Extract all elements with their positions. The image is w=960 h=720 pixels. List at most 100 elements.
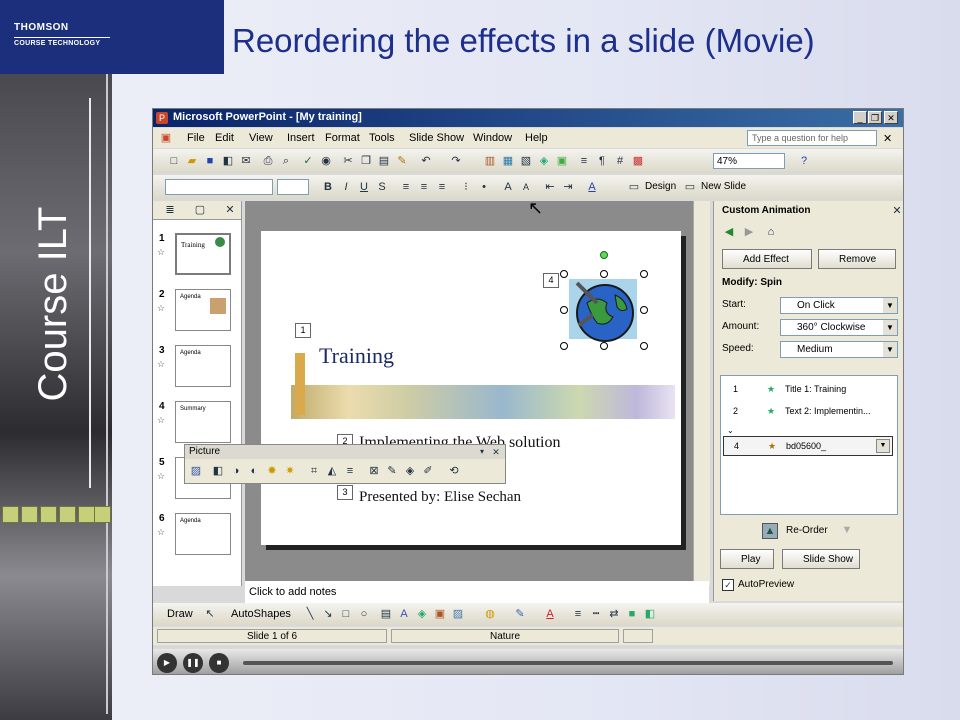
slide-thumb-3[interactable]: Agenda: [175, 345, 231, 387]
wordart-icon[interactable]: A: [397, 607, 411, 621]
insert-picture-icon[interactable]: ▨: [189, 464, 203, 478]
recolor-icon[interactable]: ✎: [385, 464, 399, 478]
new-icon[interactable]: □: [167, 154, 181, 168]
table-icon[interactable]: ▦: [501, 154, 515, 168]
font-size-combo[interactable]: [277, 179, 309, 195]
grid-icon[interactable]: #: [613, 154, 627, 168]
menu-edit[interactable]: Edit: [215, 132, 234, 144]
print-preview-icon[interactable]: ⌕: [279, 154, 293, 168]
resize-handle[interactable]: [640, 342, 648, 350]
minimize-button[interactable]: _: [853, 111, 867, 124]
picture-toolbar-title[interactable]: Picture: [185, 445, 505, 459]
resize-handle[interactable]: [600, 342, 608, 350]
amount-select[interactable]: 360° Clockwise ▼: [780, 319, 898, 336]
speed-select[interactable]: Medium ▼: [780, 341, 898, 358]
increase-indent-icon[interactable]: ⇥: [561, 180, 575, 194]
document-icon[interactable]: ▣: [159, 131, 173, 145]
italic-icon[interactable]: I: [339, 180, 353, 194]
print-icon[interactable]: ⎙: [261, 154, 275, 168]
permission-icon[interactable]: ◧: [221, 154, 235, 168]
slide-thumb-6[interactable]: Agenda: [175, 513, 231, 555]
redo-icon[interactable]: ↷: [449, 154, 463, 168]
vertical-scrollbar[interactable]: [693, 201, 710, 586]
globe-clipart[interactable]: [560, 251, 648, 350]
compress-icon[interactable]: ⊠: [367, 464, 381, 478]
new-slide-icon[interactable]: ▭: [683, 180, 697, 194]
autopreview-checkbox[interactable]: ✓: [722, 579, 734, 591]
decrease-indent-icon[interactable]: ⇤: [543, 180, 557, 194]
animation-item[interactable]: 2 ★ Text 2: Implementin...: [723, 402, 893, 420]
font-combo[interactable]: [165, 179, 273, 195]
bold-icon[interactable]: B: [321, 180, 335, 194]
design-icon[interactable]: ▭: [627, 180, 641, 194]
increase-font-icon[interactable]: A: [501, 180, 515, 194]
color-grayscale-icon[interactable]: ▩: [631, 154, 645, 168]
diagram-icon[interactable]: ◈: [415, 607, 429, 621]
insert-diagram-icon[interactable]: ◈: [537, 154, 551, 168]
align-left-icon[interactable]: ≡: [399, 180, 413, 194]
outline-tab-icon[interactable]: ≣: [163, 203, 177, 217]
insert-picture-icon[interactable]: ▣: [555, 154, 569, 168]
open-icon[interactable]: ▰: [185, 154, 199, 168]
powerpoint-icon[interactable]: P: [156, 112, 168, 124]
slide-presenter[interactable]: Presented by: Elise Sechan: [359, 489, 521, 506]
zoom-combo[interactable]: 47%: [713, 153, 785, 169]
menu-slide-show[interactable]: Slide Show: [409, 132, 464, 144]
undo-icon[interactable]: ↶: [419, 154, 433, 168]
menu-format[interactable]: Format: [325, 132, 360, 144]
draw-menu[interactable]: Draw: [167, 608, 193, 620]
move-up-icon[interactable]: ▲: [762, 523, 778, 539]
line-icon[interactable]: ╲: [303, 607, 317, 621]
slide-canvas[interactable]: 1 Training 2 Implementing the Web soluti…: [261, 231, 681, 545]
format-picture-icon[interactable]: ◈: [403, 464, 417, 478]
restore-button[interactable]: ❐: [868, 111, 882, 124]
line-color-icon[interactable]: ✎: [513, 607, 527, 621]
chevron-down-icon[interactable]: ▼: [876, 439, 890, 453]
stop-icon[interactable]: ■: [209, 653, 229, 673]
chart-icon[interactable]: ▥: [483, 154, 497, 168]
close-button[interactable]: ✕: [884, 111, 898, 124]
align-center-icon[interactable]: ≡: [417, 180, 431, 194]
resize-handle[interactable]: [560, 342, 568, 350]
line-style-icon[interactable]: ≡: [571, 607, 585, 621]
copy-icon[interactable]: ❐: [359, 154, 373, 168]
fill-color-icon[interactable]: ◍: [483, 607, 497, 621]
format-painter-icon[interactable]: ✎: [395, 154, 409, 168]
play-icon[interactable]: ▶: [157, 653, 177, 673]
align-right-icon[interactable]: ≡: [435, 180, 449, 194]
close-pane-icon[interactable]: ✕: [890, 204, 903, 218]
underline-icon[interactable]: U: [357, 180, 371, 194]
arrow-icon[interactable]: ↘: [321, 607, 335, 621]
formatting-icon[interactable]: ¶: [595, 154, 609, 168]
numbering-icon[interactable]: ⁝: [459, 180, 473, 194]
set-transparent-icon[interactable]: ✐: [421, 464, 435, 478]
resize-handle[interactable]: [640, 270, 648, 278]
oval-icon[interactable]: ○: [357, 607, 371, 621]
menu-help[interactable]: Help: [525, 132, 548, 144]
play-button[interactable]: Play: [720, 549, 774, 569]
home-icon[interactable]: ⌂: [764, 225, 778, 239]
dash-style-icon[interactable]: ┅: [589, 607, 603, 621]
menu-insert[interactable]: Insert: [287, 132, 315, 144]
less-contrast-icon[interactable]: ◐: [247, 464, 261, 478]
autoshapes-menu[interactable]: AutoShapes: [231, 608, 291, 620]
arrow-style-icon[interactable]: ⇄: [607, 607, 621, 621]
shadow-style-icon[interactable]: ■: [625, 607, 639, 621]
reset-picture-icon[interactable]: ⟲: [447, 464, 461, 478]
notes-pane[interactable]: Click to add notes: [245, 581, 709, 603]
animation-tag-4[interactable]: 4: [543, 273, 559, 288]
pause-icon[interactable]: ❚❚: [183, 653, 203, 673]
shadow-icon[interactable]: S: [375, 180, 389, 194]
more-brightness-icon[interactable]: ✸: [265, 464, 279, 478]
rotate-handle[interactable]: [600, 251, 608, 259]
menu-view[interactable]: View: [249, 132, 273, 144]
less-brightness-icon[interactable]: ✷: [283, 464, 297, 478]
help-search-input[interactable]: Type a question for help: [747, 130, 877, 146]
paste-icon[interactable]: ▤: [377, 154, 391, 168]
title-bar[interactable]: P Microsoft PowerPoint - [My training] _…: [153, 109, 903, 127]
animation-tag-1[interactable]: 1: [295, 323, 311, 338]
spelling-icon[interactable]: ✓: [301, 154, 315, 168]
crop-icon[interactable]: ⌗: [307, 464, 321, 478]
picture-icon[interactable]: ▨: [451, 607, 465, 621]
cut-icon[interactable]: ✂: [341, 154, 355, 168]
